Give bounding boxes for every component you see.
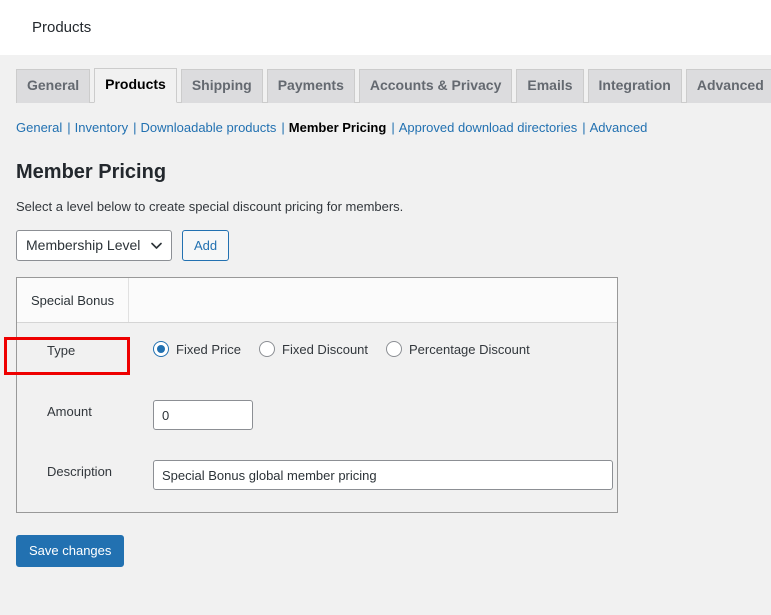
type-radio-group: Fixed Price Fixed Discount Percentage Di… <box>153 339 548 357</box>
settings-body: General Products Shipping Payments Accou… <box>0 55 771 567</box>
page-title: Products <box>32 19 92 36</box>
subnav-item-advanced: Advanced <box>590 115 648 141</box>
subnav-item-approved-download-directories: Approved download directories | <box>399 115 590 141</box>
panel-tab-bar: Special Bonus <box>17 278 617 323</box>
membership-level-select[interactable]: Membership Level <box>16 230 172 261</box>
subnav: General | Inventory | Downloadable products |… <box>16 115 755 141</box>
subnav-item-inventory: Inventory | <box>75 115 141 141</box>
radio-percentage-discount[interactable]: Percentage Discount <box>386 341 530 357</box>
type-label: Type <box>47 343 76 358</box>
save-changes-button[interactable]: Save changes <box>16 535 125 567</box>
subnav-separator: | <box>67 120 71 135</box>
subnav-link-inventory[interactable]: Inventory <box>75 120 128 135</box>
field-row-type: Type Fixed Price Fixed Discount Percenta… <box>17 339 617 358</box>
tab-accounts-privacy[interactable]: Accounts & Privacy <box>358 69 513 103</box>
add-button[interactable]: Add <box>182 230 230 261</box>
subnav-separator: | <box>391 120 395 135</box>
radio-fixed-discount[interactable]: Fixed Discount <box>259 341 368 357</box>
radio-fixed-discount-label: Fixed Discount <box>282 341 369 357</box>
tab-shipping[interactable]: Shipping <box>180 69 263 103</box>
description-input[interactable] <box>153 460 613 490</box>
amount-label: Amount <box>47 404 92 419</box>
description-label: Description <box>47 464 113 479</box>
subnav-link-advanced[interactable]: Advanced <box>590 120 648 135</box>
tab-general[interactable]: General <box>16 69 91 103</box>
amount-input[interactable] <box>153 400 253 430</box>
field-row-amount: Amount <box>17 400 617 430</box>
radio-fixed-price-indicator[interactable] <box>153 341 169 357</box>
radio-fixed-price[interactable]: Fixed Price <box>153 341 241 357</box>
tab-advanced[interactable]: Advanced <box>685 69 771 103</box>
panel-body: Type Fixed Price Fixed Discount Percenta… <box>17 323 617 512</box>
radio-fixed-discount-indicator[interactable] <box>259 341 276 357</box>
add-level-controls: Membership Level Add <box>16 230 755 261</box>
field-row-description: Description <box>17 460 617 490</box>
subnav-separator: | <box>281 120 285 135</box>
tab-emails[interactable]: Emails <box>516 69 584 103</box>
subnav-separator: | <box>582 120 586 135</box>
subnav-item-member-pricing: Member Pricing | <box>289 115 399 141</box>
radio-fixed-price-label: Fixed Price <box>176 341 242 357</box>
panel-tab-special-bonus[interactable]: Special Bonus <box>17 278 130 322</box>
subnav-link-approved-download-directories[interactable]: Approved download directories <box>399 120 578 135</box>
section-description: Select a level below to create special d… <box>16 199 404 214</box>
radio-percentage-discount-indicator[interactable] <box>386 341 403 357</box>
subnav-item-general: General | <box>16 115 75 141</box>
member-pricing-panel: Special Bonus Type Fixed Price Fixed Dis… <box>16 277 618 513</box>
section-title: Member Pricing <box>16 161 167 183</box>
subnav-link-member-pricing[interactable]: Member Pricing <box>289 120 387 135</box>
settings-tab-bar: General Products Shipping Payments Accou… <box>16 55 771 103</box>
subnav-link-general[interactable]: General <box>16 120 62 135</box>
tab-integration[interactable]: Integration <box>587 69 682 103</box>
app-header: Products <box>0 0 771 55</box>
subnav-item-downloadable-products: Downloadable products | <box>141 115 289 141</box>
membership-level-select-wrap: Membership Level <box>16 230 172 261</box>
tab-products[interactable]: Products <box>94 68 177 103</box>
subnav-link-downloadable-products[interactable]: Downloadable products <box>141 120 277 135</box>
radio-percentage-discount-label: Percentage Discount <box>409 341 530 357</box>
tab-payments[interactable]: Payments <box>266 69 355 103</box>
subnav-separator: | <box>133 120 137 135</box>
